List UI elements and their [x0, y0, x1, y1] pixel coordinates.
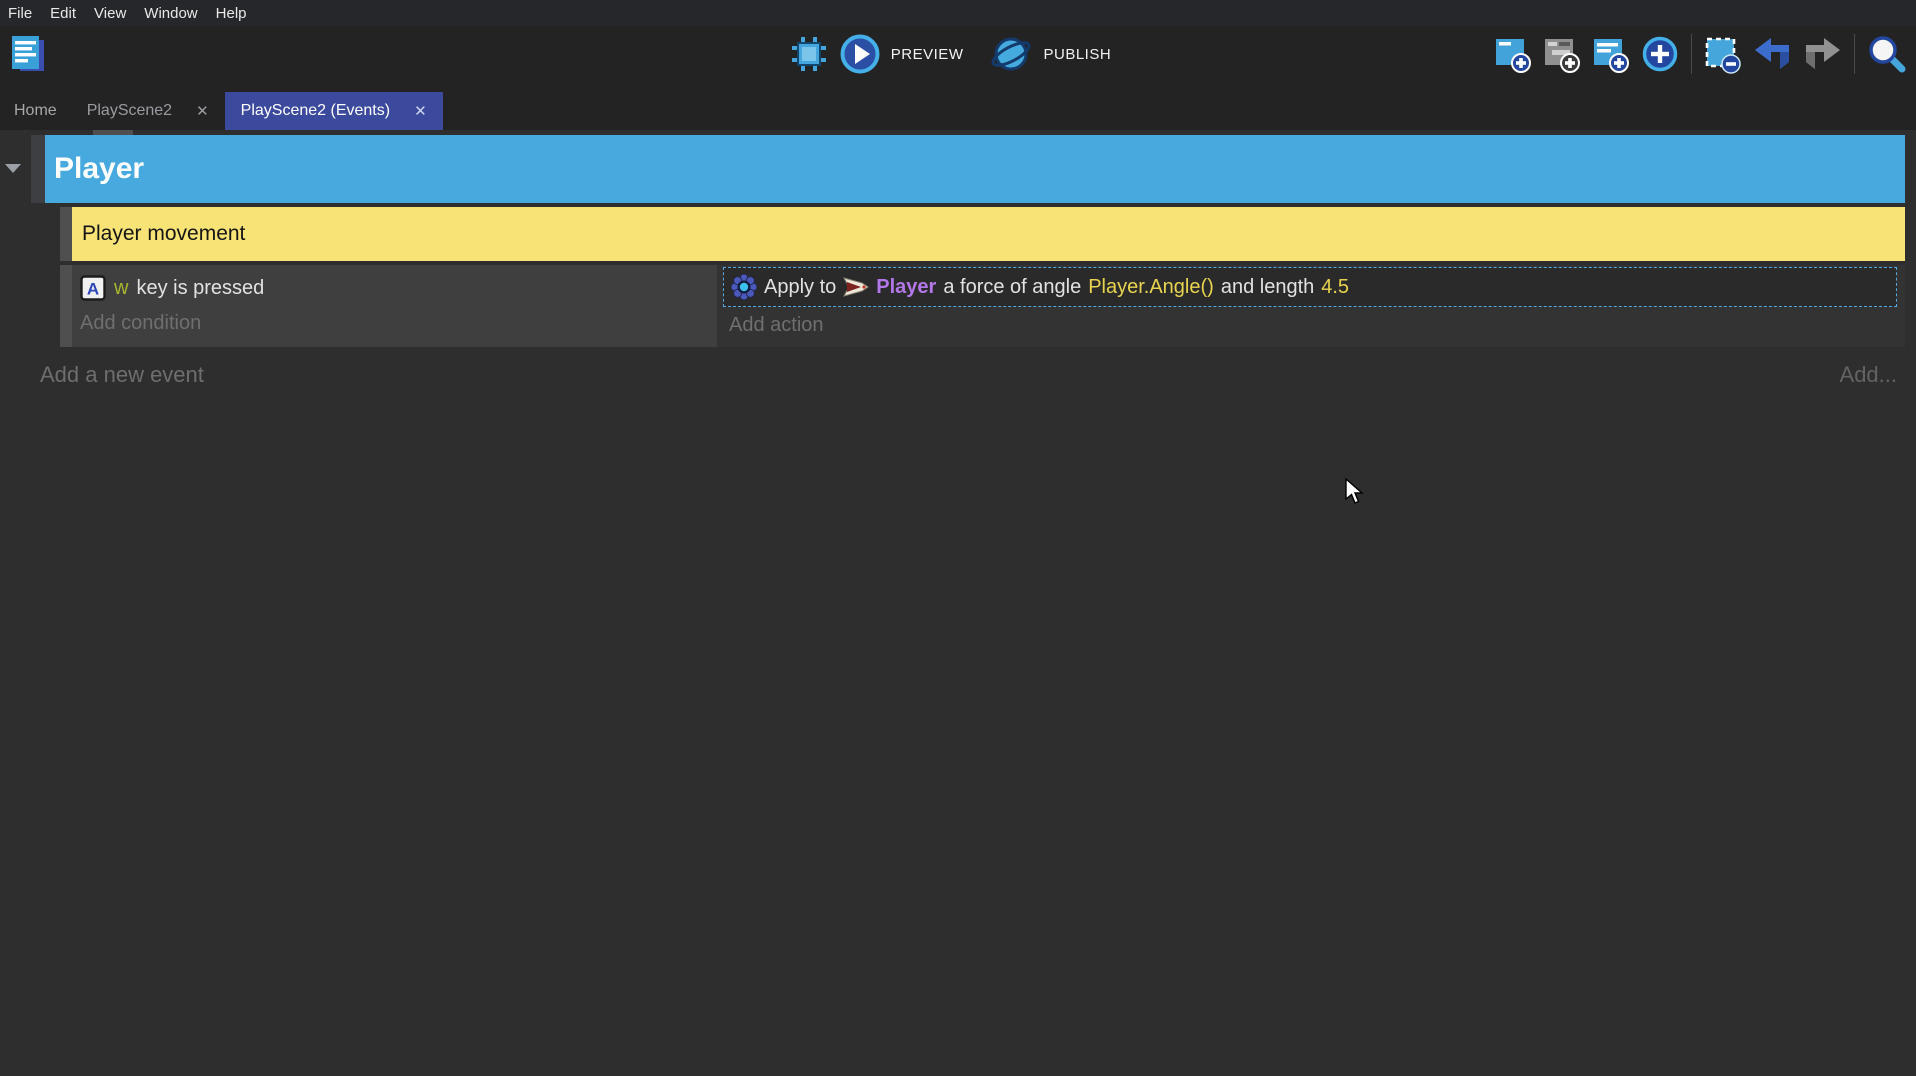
events-sheet: Player Player movement A w key is presse… [0, 130, 1916, 1076]
tab-playscene2[interactable]: PlayScene2 ✕ [71, 92, 225, 130]
redo-button[interactable] [1803, 36, 1843, 72]
close-icon[interactable]: ✕ [414, 102, 427, 120]
comment-grip[interactable] [60, 207, 72, 261]
remove-selection-button[interactable] [1703, 34, 1741, 74]
event-group-grip[interactable] [31, 135, 45, 203]
event-group-row: Player [31, 135, 1905, 203]
redo-icon [1803, 36, 1843, 72]
event-group-title: Player [54, 152, 144, 186]
tab-playscene2-events[interactable]: PlayScene2 (Events) ✕ [225, 92, 443, 130]
actions-column: Apply to Player a force of angle Player.… [717, 265, 1905, 347]
action-text-middle: a force of angle [943, 276, 1081, 299]
svg-text:A: A [87, 280, 99, 299]
action-angle-expression: Player.Angle() [1088, 276, 1214, 299]
add-comment-icon [1591, 34, 1629, 74]
close-icon[interactable]: ✕ [196, 102, 209, 120]
physics-behavior-icon [731, 274, 757, 300]
search-icon [1866, 34, 1906, 74]
event-grip[interactable] [60, 265, 72, 347]
globe-icon [989, 32, 1033, 76]
menu-file[interactable]: File [8, 5, 32, 22]
toolbar-right [1493, 26, 1906, 82]
undo-button[interactable] [1752, 36, 1792, 72]
add-comment-button[interactable] [1591, 34, 1629, 74]
toolbar-separator [1854, 34, 1855, 74]
mouse-cursor [1345, 478, 1365, 506]
toolbar: PREVIEW PUBLISH [0, 26, 1916, 82]
keyboard-key-icon: A [80, 275, 106, 301]
menu-edit[interactable]: Edit [50, 5, 76, 22]
preview-button[interactable] [839, 33, 881, 75]
add-new-event-button[interactable]: Add a new event [40, 362, 204, 388]
action-apply-force[interactable]: Apply to Player a force of angle Player.… [723, 267, 1897, 307]
toolbar-separator [1691, 34, 1692, 74]
conditions-column: A w key is pressed Add condition [72, 265, 717, 347]
undo-icon [1752, 36, 1792, 72]
menu-help[interactable]: Help [216, 5, 247, 22]
comment-row: Player movement [60, 207, 1905, 261]
condition-text: key is pressed [136, 277, 264, 300]
debug-button[interactable] [789, 34, 829, 74]
add-more-button[interactable]: Add... [1840, 362, 1897, 388]
action-text-suffix: and length [1221, 276, 1314, 299]
play-icon [839, 33, 881, 75]
add-circle-icon [1640, 34, 1680, 74]
comment-text: Player movement [82, 222, 245, 246]
action-length-value: 4.5 [1321, 276, 1349, 299]
publish-button[interactable] [989, 32, 1033, 76]
comment-block[interactable]: Player movement [72, 207, 1905, 261]
add-subevent-icon [1542, 34, 1580, 74]
debug-chip-icon [789, 34, 829, 74]
search-button[interactable] [1866, 34, 1906, 74]
add-subevent-button[interactable] [1542, 34, 1580, 74]
condition-key-value: w [114, 277, 128, 300]
add-button-icon-wrap[interactable] [1640, 34, 1680, 74]
action-object-name: Player [876, 276, 936, 299]
condition-key-pressed[interactable]: A w key is pressed [80, 271, 709, 305]
event-group-header[interactable]: Player [45, 135, 1905, 203]
preview-label[interactable]: PREVIEW [891, 46, 964, 63]
tab-label: Home [14, 102, 57, 120]
tab-label: PlayScene2 (Events) [241, 102, 390, 120]
menu-bar: File Edit View Window Help [0, 0, 1916, 26]
action-text-prefix: Apply to [764, 276, 836, 299]
event-row: A w key is pressed Add condition [60, 265, 1905, 347]
add-condition-button[interactable]: Add condition [80, 308, 709, 338]
menu-view[interactable]: View [94, 5, 126, 22]
publish-label[interactable]: PUBLISH [1043, 46, 1111, 63]
chevron-down-icon[interactable] [5, 164, 21, 173]
add-event-icon [1493, 34, 1531, 74]
gdevelop-window: File Edit View Window Help [0, 0, 1916, 1076]
tab-home[interactable]: Home [0, 92, 71, 130]
player-object-icon [843, 275, 869, 299]
add-event-button[interactable] [1493, 34, 1531, 74]
add-action-button[interactable]: Add action [729, 310, 1897, 340]
tab-bar: Home PlayScene2 ✕ PlayScene2 (Events) ✕ [0, 82, 1916, 130]
tab-label: PlayScene2 [87, 102, 172, 120]
menu-window[interactable]: Window [144, 5, 197, 22]
remove-selection-icon [1703, 34, 1741, 74]
